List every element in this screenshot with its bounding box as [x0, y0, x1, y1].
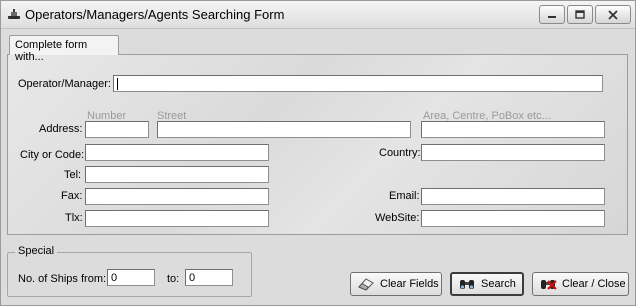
ship-icon[interactable] [7, 7, 21, 21]
clear-close-label: Clear / Close [562, 278, 626, 290]
city-code-input[interactable] [85, 144, 269, 161]
country-input[interactable] [421, 144, 605, 161]
eraser-icon [357, 276, 375, 292]
ships-from-label: No. of Ships from: [18, 273, 107, 285]
ships-to-label: to: [167, 273, 180, 285]
address-label: Address: [39, 123, 83, 135]
address-number-input[interactable] [85, 121, 149, 138]
search-label: Search [481, 278, 516, 290]
special-group-legend: Special [15, 245, 58, 257]
website-input[interactable] [421, 210, 605, 227]
tlx-label: Tlx: [65, 212, 83, 224]
ships-to-input[interactable] [185, 269, 233, 286]
fax-input[interactable] [85, 188, 269, 205]
close-icon [608, 9, 618, 20]
tel-input[interactable] [85, 166, 269, 183]
text-caret [117, 78, 118, 90]
tab-complete-form[interactable]: Complete form with... [9, 35, 119, 63]
website-label: WebSite: [375, 212, 420, 224]
email-input[interactable] [421, 188, 605, 205]
minimize-icon [548, 15, 556, 18]
title-bar[interactable]: Operators/Managers/Agents Searching Form [1, 1, 635, 29]
tel-label: Tel: [64, 169, 82, 181]
ships-from-input[interactable] [107, 269, 155, 286]
operator-manager-input[interactable] [113, 75, 603, 92]
close-button[interactable] [595, 5, 631, 24]
search-form-window: Operators/Managers/Agents Searching Form… [0, 0, 636, 306]
city-code-label: City or Code: [20, 149, 85, 161]
binoculars-icon [458, 276, 476, 292]
search-button[interactable]: Search [450, 272, 524, 296]
maximize-icon [575, 10, 585, 19]
binoculars-close-icon [539, 276, 557, 292]
address-street-input[interactable] [157, 121, 411, 138]
tlx-input[interactable] [85, 210, 269, 227]
window-title: Operators/Managers/Agents Searching Form [25, 7, 285, 22]
email-label: Email: [389, 190, 420, 202]
maximize-button[interactable] [567, 5, 593, 24]
address-area-input[interactable] [421, 121, 605, 138]
clear-close-button[interactable]: Clear / Close [532, 272, 629, 296]
clear-fields-label: Clear Fields [380, 278, 439, 290]
operator-manager-label: Operator/Manager: [18, 78, 111, 90]
clear-fields-button[interactable]: Clear Fields [350, 272, 442, 296]
fax-label: Fax: [61, 190, 83, 202]
minimize-button[interactable] [539, 5, 565, 24]
country-label: Country: [379, 147, 421, 159]
